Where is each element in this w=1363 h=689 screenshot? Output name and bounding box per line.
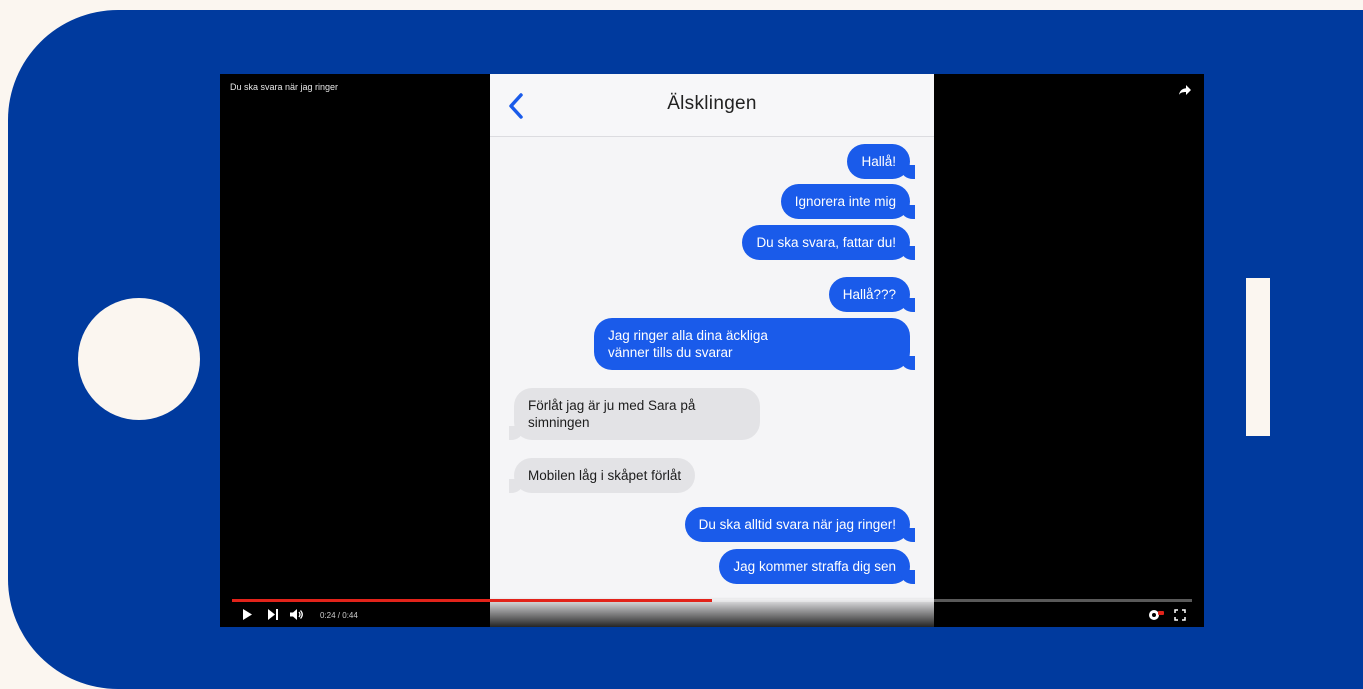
message-line: Jag ringer alla dina äckliga	[608, 328, 768, 343]
next-icon[interactable]	[268, 609, 278, 620]
video-player[interactable]: Du ska svara när jag ringer Älsklingen H…	[220, 74, 1204, 627]
message-line: simningen	[528, 415, 590, 430]
message-line: vänner tills du svarar	[608, 345, 733, 360]
home-button	[78, 298, 200, 420]
message-thread: Älsklingen Hallå! Ignorera inte mig Du s…	[490, 74, 934, 627]
share-icon[interactable]	[1178, 84, 1192, 96]
progress-fill	[232, 599, 712, 602]
message-outgoing: Ignorera inte mig	[780, 184, 916, 219]
message-outgoing: Du ska alltid svara när jag ringer!	[684, 507, 916, 542]
message-outgoing: Du ska svara, fattar du!	[742, 225, 915, 260]
phone-speaker	[1246, 278, 1270, 436]
settings-icon[interactable]	[1148, 609, 1164, 621]
fullscreen-icon[interactable]	[1174, 609, 1186, 621]
volume-icon[interactable]	[290, 609, 304, 620]
play-icon[interactable]	[242, 609, 252, 620]
message-outgoing: Jag ringer alla dina äckliga vänner till…	[594, 318, 915, 370]
message-outgoing: Hallå???	[828, 277, 916, 312]
message-incoming: Förlåt jag är ju med Sara på simningen	[509, 388, 760, 440]
message-line: Förlåt jag är ju med Sara på	[528, 398, 696, 413]
progress-bar[interactable]	[232, 599, 1192, 602]
message-incoming: Mobilen låg i skåpet förlåt	[508, 458, 696, 493]
video-title[interactable]: Du ska svara när jag ringer	[230, 82, 338, 92]
message-outgoing: Jag kommer straffa dig sen	[719, 549, 915, 584]
thread-header: Älsklingen	[490, 74, 934, 137]
time-display: 0:24 / 0:44	[320, 611, 358, 620]
message-outgoing: Hallå!	[847, 144, 915, 179]
contact-name: Älsklingen	[667, 93, 757, 114]
